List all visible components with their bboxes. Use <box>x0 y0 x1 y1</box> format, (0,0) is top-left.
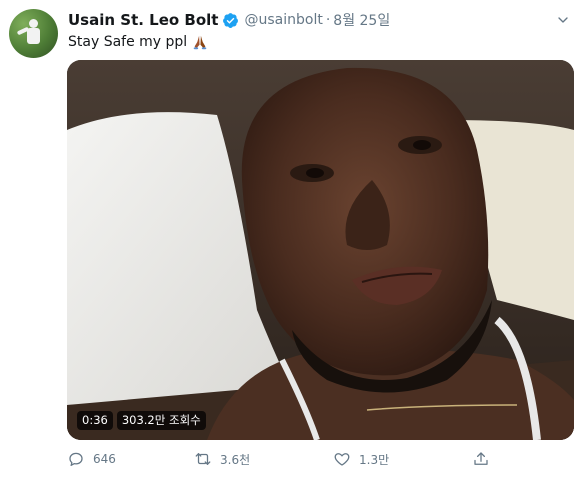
tweet-text-content: Stay Safe my ppl <box>68 34 188 50</box>
author-name[interactable]: Usain St. Leo Bolt <box>68 11 218 29</box>
retweet-button[interactable]: 3.6천 <box>194 450 250 468</box>
reply-count: 646 <box>93 452 116 466</box>
share-icon <box>474 452 488 465</box>
avatar[interactable] <box>9 9 58 58</box>
tweet-text: Stay Safe my ppl <box>68 33 209 51</box>
video-duration: 0:36 <box>77 411 113 430</box>
reply-icon <box>69 452 83 467</box>
folded-hands-icon <box>193 35 207 50</box>
author-handle[interactable]: @usainbolt <box>244 12 322 28</box>
timestamp[interactable]: 8월 25일 <box>333 10 390 30</box>
tweet-actions: 646 3.6천 1.3만 <box>67 450 527 474</box>
retweet-icon <box>195 453 211 465</box>
view-count: 303.2만 조회수 <box>116 411 206 430</box>
share-button[interactable] <box>472 450 490 468</box>
like-count: 1.3만 <box>359 452 390 467</box>
verified-badge-icon <box>223 12 239 28</box>
avatar-figure <box>29 19 38 28</box>
tweet-header: Usain St. Leo Bolt @usainbolt · 8월 25일 <box>68 10 390 30</box>
video-overlay: 0:36 303.2만 조회수 <box>77 411 206 430</box>
separator-dot: · <box>325 12 331 28</box>
video-frame <box>67 60 574 440</box>
chevron-down-icon[interactable] <box>555 12 571 28</box>
like-button[interactable]: 1.3만 <box>333 450 389 468</box>
reply-button[interactable]: 646 <box>67 450 116 468</box>
avatar-figure-body <box>27 28 40 44</box>
video-player[interactable]: 0:36 303.2만 조회수 <box>67 60 574 440</box>
heart-icon <box>334 453 350 466</box>
retweet-count: 3.6천 <box>220 452 251 467</box>
